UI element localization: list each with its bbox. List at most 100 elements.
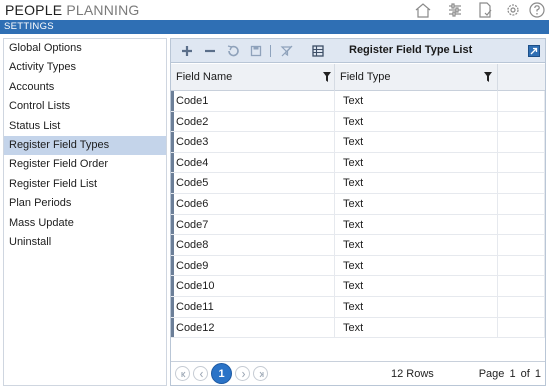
page-label: Page [478, 368, 505, 380]
document-check-icon[interactable] [475, 1, 495, 19]
field-name-cell: Code2 [171, 111, 335, 133]
undo-icon[interactable] [225, 43, 241, 59]
field-name-cell: Code8 [171, 235, 335, 256]
expand-icon[interactable] [528, 45, 540, 57]
field-type-cell: Text [335, 235, 498, 256]
field-name-cell: Code1 [171, 91, 335, 112]
table-row[interactable]: Code3 Text [171, 132, 545, 153]
sidebar-item-status-list[interactable]: Status List [4, 117, 166, 136]
field-type-cell: Text [335, 111, 498, 133]
field-name-cell: Code11 [171, 296, 335, 318]
table-row[interactable]: Code7 Text [171, 214, 545, 236]
field-type-cell: Text [335, 173, 498, 194]
first-page-icon[interactable] [175, 366, 190, 381]
table-row[interactable]: Code11 Text [171, 296, 545, 318]
current-page-button[interactable]: 1 [211, 363, 232, 384]
table-row[interactable]: Code12 Text [171, 317, 545, 339]
field-name-cell: Code3 [171, 132, 335, 153]
save-icon[interactable] [248, 43, 264, 59]
sidebar-item-uninstall[interactable]: Uninstall [4, 233, 166, 252]
grid-pager: 1 12 Rows Page 1 of 1 [171, 361, 545, 385]
table-row[interactable]: Code4 Text [171, 152, 545, 174]
field-type-grid: Field Name Field Type Code1 Text Code2 Tex… [171, 64, 545, 339]
column-header-label: Field Type [340, 71, 391, 83]
filler-cell [498, 193, 545, 215]
settings-icon[interactable] [503, 1, 523, 19]
toolbar-divider [270, 45, 271, 57]
sidebar-item-register-field-order[interactable]: Register Field Order [4, 155, 166, 174]
page-number[interactable]: 1 [509, 368, 515, 380]
title-bar: PEOPLE PLANNING [0, 0, 549, 20]
filter-icon[interactable] [323, 72, 331, 82]
sidebar-item-plan-periods[interactable]: Plan Periods [4, 194, 166, 213]
field-name-cell: Code5 [171, 173, 335, 194]
add-icon[interactable] [179, 43, 195, 59]
field-type-cell: Text [335, 255, 498, 277]
sidebar-item-mass-update[interactable]: Mass Update [4, 214, 166, 233]
sidebar-item-global-options[interactable]: Global Options [4, 39, 166, 58]
next-page-icon[interactable] [235, 366, 250, 381]
field-type-cell: Text [335, 193, 498, 215]
sidebar-item-activity-types[interactable]: Activity Types [4, 58, 166, 77]
filler-cell [498, 214, 545, 236]
sidebar-item-register-field-types[interactable]: Register Field Types [4, 135, 166, 156]
table-row[interactable]: Code6 Text [171, 193, 545, 215]
section-header: SETTINGS [0, 20, 549, 34]
page-total: of 1 [520, 368, 541, 380]
clear-filter-icon[interactable] [279, 43, 295, 59]
field-name-cell: Code4 [171, 152, 335, 174]
field-type-cell: Text [335, 214, 498, 236]
column-header-label: Field Name [176, 71, 233, 83]
field-type-cell: Text [335, 152, 498, 174]
filter-icon[interactable] [484, 72, 492, 82]
sidebar-item-accounts[interactable]: Accounts [4, 78, 166, 97]
column-header-field-type[interactable]: Field Type [335, 64, 498, 91]
field-type-cell: Text [335, 132, 498, 153]
field-name-cell: Code6 [171, 193, 335, 215]
filler-cell [498, 132, 545, 153]
table-row[interactable]: Code1 Text [171, 91, 545, 112]
field-name-cell: Code12 [171, 317, 335, 339]
filler-cell [498, 317, 545, 339]
column-header-field-name[interactable]: Field Name [171, 64, 335, 91]
sidebar-item-register-field-list[interactable]: Register Field List [4, 175, 166, 194]
filler-cell [498, 276, 545, 297]
help-icon[interactable] [527, 1, 547, 19]
app-title: PEOPLE PLANNING [5, 2, 140, 18]
field-name-cell: Code10 [171, 276, 335, 297]
filler-cell [498, 235, 545, 256]
filler-cell [498, 255, 545, 277]
settings-sidebar: Global Options Activity Types Accounts C… [3, 38, 167, 386]
sidebar-item-control-lists[interactable]: Control Lists [4, 97, 166, 116]
filler-cell [498, 152, 545, 174]
filler-cell [498, 91, 545, 112]
home-icon[interactable] [413, 1, 433, 19]
export-icon[interactable] [310, 43, 326, 59]
grid-header: Field Name Field Type [171, 64, 545, 91]
table-row[interactable]: Code5 Text [171, 173, 545, 194]
field-name-cell: Code9 [171, 255, 335, 277]
app-title-part2: PLANNING [66, 2, 140, 18]
page-info: Page 1 of 1 [479, 368, 541, 380]
previous-page-icon[interactable] [193, 366, 208, 381]
last-page-icon[interactable] [253, 366, 268, 381]
row-count: 12 Rows [391, 368, 434, 380]
field-type-cell: Text [335, 317, 498, 339]
table-row[interactable]: Code9 Text [171, 255, 545, 277]
sliders-icon[interactable] [445, 1, 465, 19]
panel-toolbar: Register Field Type List [171, 39, 545, 63]
field-name-cell: Code7 [171, 214, 335, 236]
field-type-cell: Text [335, 296, 498, 318]
filler-cell [498, 296, 545, 318]
column-header-filler [498, 64, 545, 91]
panel-title: Register Field Type List [349, 44, 473, 56]
table-row[interactable]: Code10 Text [171, 276, 545, 297]
filler-cell [498, 173, 545, 194]
field-type-cell: Text [335, 91, 498, 112]
remove-icon[interactable] [202, 43, 218, 59]
table-row[interactable]: Code8 Text [171, 235, 545, 256]
table-row[interactable]: Code2 Text [171, 111, 545, 133]
filler-cell [498, 111, 545, 133]
register-field-type-panel: Register Field Type List Field Name Fiel… [170, 38, 546, 386]
app-title-part1: PEOPLE [5, 2, 63, 18]
